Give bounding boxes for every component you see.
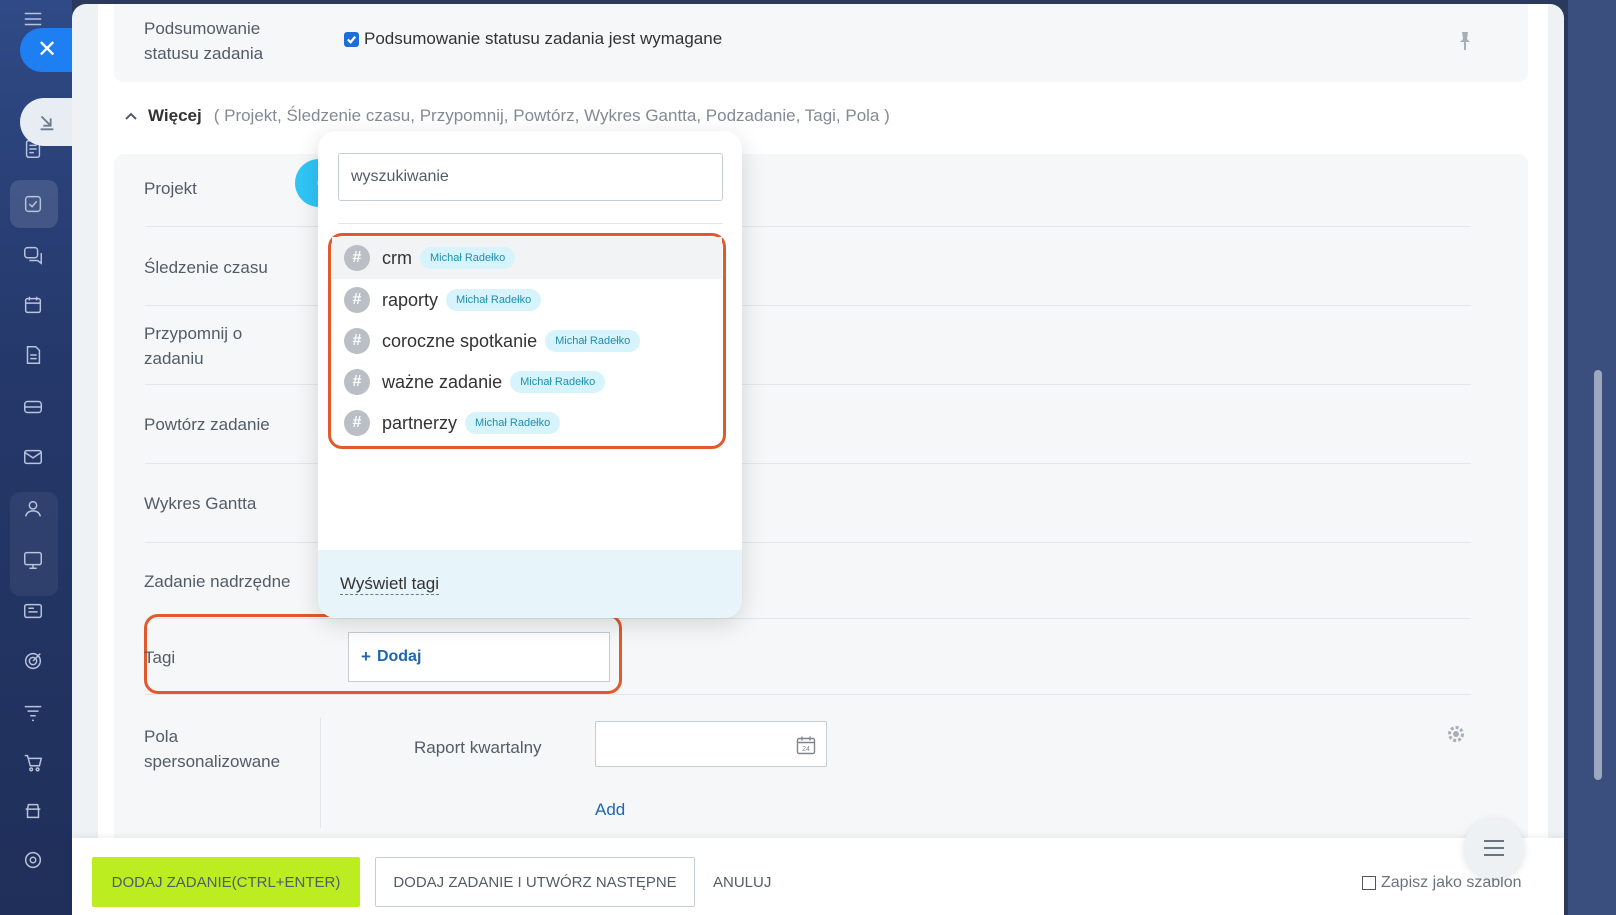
tag-owner-badge: Michał Radełko xyxy=(510,371,606,393)
more-sections-list: ( Projekt, Śledzenie czasu, Przypomnij, … xyxy=(213,106,890,125)
tag-owner-badge: Michał Radełko xyxy=(446,289,542,311)
documents-icon[interactable] xyxy=(18,340,48,370)
quarterly-report-date-input[interactable]: 24 xyxy=(595,721,827,767)
tag-item[interactable]: # ważne zadanie Michał Radełko xyxy=(332,361,722,403)
more-toggle[interactable]: Więcej ( Projekt, Śledzenie czasu, Przyp… xyxy=(124,106,890,126)
task-form-panel: Podsumowanie statusu zadania Podsumowani… xyxy=(72,4,1564,915)
filter-icon[interactable] xyxy=(18,698,48,728)
hash-icon: # xyxy=(344,369,370,395)
remind-label: Przypomnij o zadaniu xyxy=(144,324,243,368)
calendar-icon[interactable] xyxy=(18,290,48,320)
hash-icon: # xyxy=(344,287,370,313)
quarterly-report-label: Raport kwartalny xyxy=(414,738,542,757)
tag-item[interactable]: # partnerzy Michał Radełko xyxy=(332,402,722,444)
gantt-label: Wykres Gantta xyxy=(144,494,257,513)
divider xyxy=(320,718,321,828)
tags-label: Tagi xyxy=(144,648,176,667)
tag-owner-badge: Michał Radełko xyxy=(545,330,641,352)
hash-icon: # xyxy=(344,245,370,271)
tag-item[interactable]: # coroczne spotkanie Michał Radełko xyxy=(332,320,722,362)
dropdown-footer: Wyświetl tagi xyxy=(318,550,742,618)
status-summary-checkbox[interactable] xyxy=(344,32,359,47)
divider xyxy=(145,694,1471,695)
tags-dropdown: # crm Michał Radełko # raporty Michał Ra… xyxy=(318,131,742,618)
settings-icon[interactable] xyxy=(18,845,48,875)
chat-icon[interactable] xyxy=(18,240,48,270)
news-icon[interactable] xyxy=(18,596,48,626)
tag-item[interactable]: # crm Michał Radełko xyxy=(332,237,722,279)
gear-icon[interactable] xyxy=(1446,724,1466,744)
status-summary-section: Podsumowanie statusu zadania Podsumowani… xyxy=(114,4,1528,82)
repeat-label: Powtórz zadanie xyxy=(144,415,270,434)
tag-owner-badge: Michał Radełko xyxy=(420,247,516,269)
tasks-icon[interactable] xyxy=(18,189,48,219)
tag-name: raporty xyxy=(382,289,439,310)
tag-item[interactable]: # raporty Michał Radełko xyxy=(332,279,722,321)
divider xyxy=(338,223,723,224)
parent-task-label: Zadanie nadrzędne xyxy=(144,572,291,591)
mail-icon[interactable] xyxy=(18,442,48,472)
status-summary-checkbox-label[interactable]: Podsumowanie statusu zadania jest wymaga… xyxy=(364,29,722,49)
contacts-icon[interactable] xyxy=(18,494,48,524)
plus-icon: + xyxy=(361,647,371,666)
pin-icon[interactable] xyxy=(1457,30,1473,52)
form-footer: DODAJ ZADANIE(CTRL+ENTER) DODAJ ZADANIE … xyxy=(72,838,1564,915)
menu-icon xyxy=(1484,840,1504,856)
hash-icon: # xyxy=(344,410,370,436)
add-task-button[interactable]: DODAJ ZADANIE(CTRL+ENTER) xyxy=(92,857,360,907)
checkbox-box[interactable] xyxy=(1362,876,1376,890)
tag-name: crm xyxy=(382,247,412,268)
right-edge xyxy=(1568,0,1616,915)
minimize-icon xyxy=(40,115,54,131)
form-content: Podsumowanie statusu zadania Podsumowani… xyxy=(98,4,1548,915)
board-icon[interactable] xyxy=(18,545,48,575)
cancel-button[interactable]: ANULUJ xyxy=(713,857,771,907)
tag-name: coroczne spotkanie xyxy=(382,330,538,351)
cart-icon[interactable] xyxy=(18,748,48,778)
check-icon xyxy=(347,36,357,44)
scrollbar[interactable] xyxy=(1594,370,1602,780)
show-tags-link[interactable]: Wyświetl tagi xyxy=(340,574,440,595)
close-icon: ✕ xyxy=(36,36,58,63)
drive-icon[interactable] xyxy=(18,392,48,422)
close-button[interactable]: ✕ xyxy=(20,28,74,72)
add-and-create-next-button[interactable]: DODAJ ZADANIE I UTWÓRZ NASTĘPNE xyxy=(375,857,695,907)
project-label: Projekt xyxy=(144,179,197,198)
status-summary-label: Podsumowanie statusu zadania xyxy=(144,19,264,63)
svg-text:24: 24 xyxy=(802,746,810,753)
menu-button[interactable] xyxy=(1464,818,1524,878)
calendar-icon[interactable]: 24 xyxy=(796,735,816,755)
chevron-up-icon xyxy=(125,112,137,120)
add-tag-label: Dodaj xyxy=(376,648,422,665)
tag-name: ważne zadanie xyxy=(382,371,503,392)
tag-name: partnerzy xyxy=(382,412,458,433)
add-custom-field-link[interactable]: Add xyxy=(595,800,625,820)
store-icon[interactable] xyxy=(18,796,48,826)
time-tracking-label: Śledzenie czasu xyxy=(144,258,268,277)
target-icon[interactable] xyxy=(18,646,48,676)
tag-search-input[interactable] xyxy=(338,153,723,201)
tag-owner-badge: Michał Radełko xyxy=(465,412,561,434)
add-tag-button[interactable]: + Dodaj xyxy=(348,632,610,682)
hash-icon: # xyxy=(344,328,370,354)
custom-fields-label: Pola spersonalizowane xyxy=(144,727,281,771)
minimize-button[interactable] xyxy=(20,98,74,146)
more-title: Więcej xyxy=(148,106,202,125)
